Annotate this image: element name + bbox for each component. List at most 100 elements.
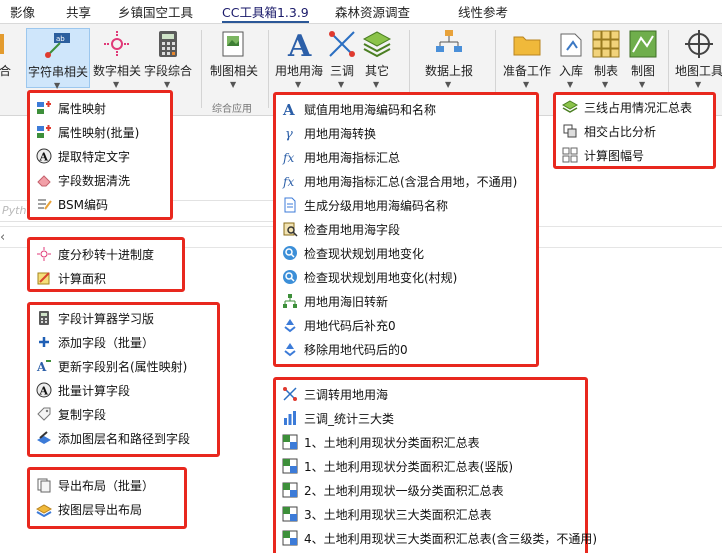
search-icon [283,246,297,260]
menu-item-add-fields-batch[interactable]: 添加字段（批量） [36,333,154,353]
menu-item-report-2[interactable]: 2、土地利用现状一级分类面积汇总表 [282,481,504,501]
svg-text:A: A [287,29,312,60]
chevron-down-icon: ▼ [230,80,237,89]
tab-imagery[interactable]: 影像 [10,3,35,23]
menu-item-sheet-number[interactable]: 计算图幅号 [562,146,644,166]
field-combined-menu: 字段计算器学习版 添加字段（批量） A 更新字段别名(属性映射) A 批量计算字段 … [27,302,220,457]
menu-item-check-plan-change[interactable]: 检查现状规划用地变化 [282,244,424,264]
bar-chart-icon [284,411,296,425]
menu-item-three-lines-summary[interactable]: 三线占用情况汇总表 [562,98,692,118]
menu-item-intersect-ratio[interactable]: 相交占比分析 [562,122,656,142]
layer-path-icon [37,431,51,444]
chevron-left-icon[interactable]: ‹ [0,230,5,245]
import-label: 入库 [558,64,583,78]
prepare-work-button[interactable]: 准备工作 ▼ [500,28,554,89]
other-button[interactable]: 其它 ▼ [359,28,395,89]
font-a-icon: A [282,101,295,117]
menu-item-bsm-encode[interactable]: BSM编码 [36,195,108,215]
chevron-down-icon: ▼ [338,80,345,89]
chevron-down-icon: ▼ [602,80,609,89]
other-label: 其它 [364,64,389,78]
menu-item-indicator-summary-mixed[interactable]: fx 用地用海指标汇总(含混合用地，不通用) [282,172,517,192]
sandiao-button[interactable]: 三调 ▼ [327,28,357,89]
layout-export-menu: 导出布局（批量） 按图层导出布局 [27,467,187,529]
chevron-down-icon: ▼ [567,80,574,89]
menu-item-assign-code-name[interactable]: A 赋值用地用海编码和名称 [282,100,436,120]
menu-item-update-field-alias[interactable]: A 更新字段别名(属性映射) [36,357,187,377]
menu-item-report-3[interactable]: 3、土地利用现状三大类面积汇总表 [282,505,492,525]
menu-item-report-1[interactable]: 1、土地利用现状分类面积汇总表 [282,433,480,453]
number-tools-icon [104,31,130,57]
map-tools-button[interactable]: 地图工具 ▼ [674,28,722,89]
menu-item-batch-calc-field[interactable]: A 批量计算字段 [36,381,130,401]
layer-export-icon [36,504,52,517]
tab-township-tools[interactable]: 乡镇国空工具 [118,3,193,23]
menu-item-append-zero[interactable]: 用地代码后补充0 [282,316,396,336]
mapping-related-button[interactable]: 制图相关 ▼ [207,28,261,89]
tab-share[interactable]: 共享 [66,3,91,23]
python-hint: Pyth [2,204,27,217]
chevron-down-icon: ▼ [639,80,646,89]
menu-item-check-field[interactable]: 检查用地用海字段 [282,220,400,240]
ribbon-separator [201,30,202,108]
number-related-button[interactable]: 数字相关 ▼ [93,28,141,89]
menu-item-sandiao-to-landsea[interactable]: 三调转用地用海 [282,385,388,405]
ribbon-separator [268,30,269,108]
import-button[interactable]: 入库 ▼ [556,28,586,89]
menu-item-extract-text[interactable]: A 提取特定文字 [36,147,130,167]
data-report-button[interactable]: 数据上报 ▼ [419,28,479,89]
menu-item-add-layer-path[interactable]: 添加图层名和路径到字段 [36,429,190,449]
import-icon [560,33,582,57]
tab-cc-toolbox[interactable]: CC工具箱1.3.9 [222,3,309,23]
field-combined-button[interactable]: 字段综合 ▼ [143,28,193,89]
menu-item-land-sea-convert[interactable]: γ 用地用海转换 [282,124,376,144]
land-sea-use-button[interactable]: A 用地用海 ▼ [273,28,325,89]
string-tools-icon: ab [45,33,70,58]
group-label-combined: 综合应用 [212,104,252,115]
menu-item-report-4[interactable]: 4、土地利用现状三大类面积汇总表(含三级类，不通用) [282,529,597,549]
menu-item-export-layout-batch[interactable]: 导出布局（批量） [36,476,154,496]
menu-item-report-1-vertical[interactable]: 1、土地利用现状分类面积汇总表(竖版) [282,457,513,477]
menu-item-old-to-new[interactable]: 用地用海旧转新 [282,292,388,312]
menu-item-field-clean[interactable]: 字段数据清洗 [36,171,130,191]
document-icon [284,197,296,213]
svg-text:fx: fx [282,175,294,189]
menu-item-export-layout-by-layer[interactable]: 按图层导出布局 [36,500,142,520]
recycle-icon [284,343,296,357]
tabulate-button[interactable]: 制表 ▼ [589,28,623,89]
svg-text:A: A [39,385,49,398]
data-report-label: 数据上报 [424,64,473,78]
calculator-icon [159,31,177,57]
sandiao-icon [283,387,297,401]
menu-item-indicator-summary[interactable]: fx 用地用海指标汇总 [282,148,400,168]
plus-icon [39,337,49,347]
menu-item-attribute-mapping-batch[interactable]: 属性映射(批量) [36,123,139,143]
menu-item-remove-zero[interactable]: 移除用地代码后的0 [282,340,408,360]
number-related-menu: 度分秒转十进制度 计算面积 [27,237,185,292]
field-combined-label: 字段综合 [143,64,192,78]
chevron-down-icon: ▼ [373,80,380,89]
menu-item-sandiao-stats[interactable]: 三调_统计三大类 [282,409,394,429]
tab-forest-survey[interactable]: 森林资源调查 [335,3,410,23]
string-related-button[interactable]: ab 字符串相关 ▼ [26,28,90,90]
land-sea-use-menu: A 赋值用地用海编码和名称 γ 用地用海转换 fx 用地用海指标汇总 fx 用地用海指标… [273,92,539,367]
menu-item-field-calculator[interactable]: 字段计算器学习版 [36,309,154,329]
ribbon-partial-button[interactable]: 合 [0,28,14,88]
intersect-icon [563,124,577,138]
menu-item-dms-to-decimal[interactable]: 度分秒转十进制度 [36,245,154,265]
menu-item-generate-graded-code[interactable]: 生成分级用地用海编码名称 [282,196,448,216]
dms-icon [37,247,51,261]
tab-linear-reference[interactable]: 线性参考 [458,3,508,23]
chevron-down-icon: ▼ [295,80,302,89]
search-icon [283,270,297,284]
partial-icon [0,34,4,54]
edit-list-icon [38,199,52,210]
chevron-down-icon: ▼ [445,80,452,89]
menu-item-copy-field[interactable]: 复制字段 [36,405,106,425]
menu-item-check-plan-change-village[interactable]: 检查现状规划用地变化(村规) [282,268,457,288]
menu-item-calc-area[interactable]: 计算面积 [36,269,106,289]
map-tools-label: 地图工具 [674,64,722,78]
menu-item-attribute-mapping[interactable]: 属性映射 [36,99,106,119]
tag-icon [37,407,51,421]
mapping-button[interactable]: 制图 ▼ [626,28,660,89]
